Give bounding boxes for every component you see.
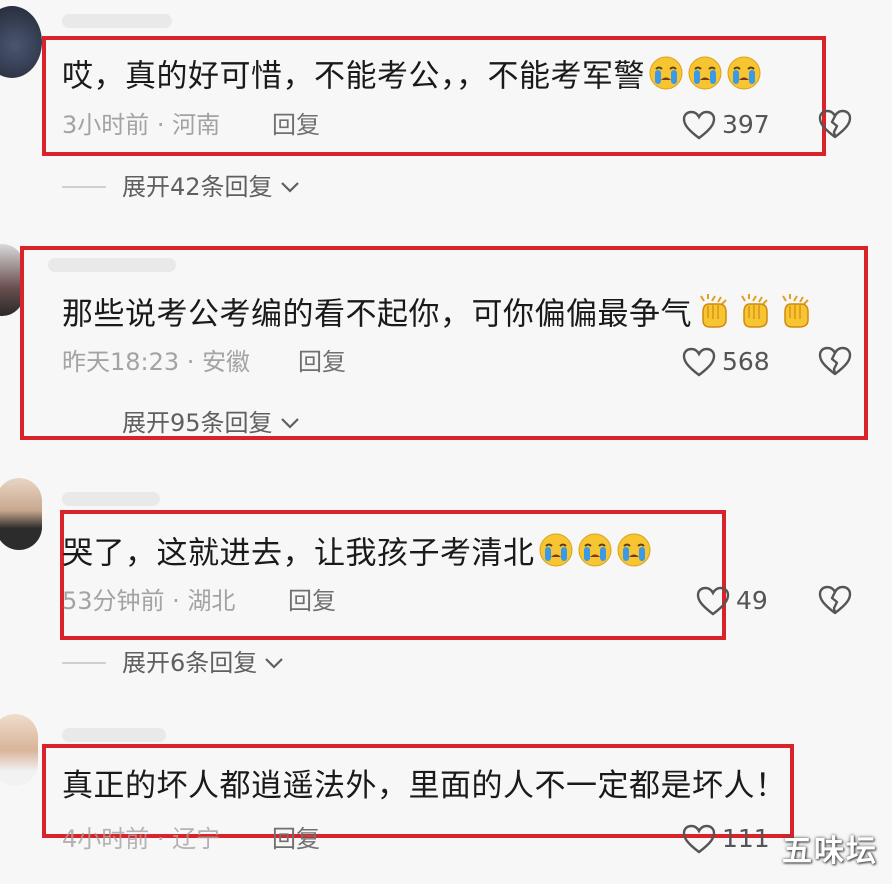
comment-location: 河南 [172, 111, 221, 139]
chevron-down-icon [265, 658, 284, 669]
crying-face-icon [648, 55, 684, 101]
heart-icon [682, 824, 716, 854]
comment-location: 湖北 [187, 587, 236, 615]
avatar[interactable] [0, 714, 38, 786]
like-button[interactable]: 111 [682, 824, 770, 854]
comment-location: 安徽 [202, 348, 251, 376]
avatar[interactable] [0, 6, 42, 78]
meta-separator: · [149, 825, 173, 853]
expand-replies-label: 展开42条回复 [122, 173, 273, 201]
reply-button[interactable]: 回复 [272, 110, 320, 140]
comment-time: 昨天18:23 [62, 348, 180, 376]
comment-time: 4小时前 [62, 825, 150, 853]
reply-button[interactable]: 回复 [298, 347, 346, 377]
meta-separator: · [164, 587, 188, 615]
heart-icon [682, 347, 716, 377]
comment-text-content: 真正的坏人都逍遥法外，里面的人不一定都是坏人！ [62, 768, 787, 804]
heart-icon [696, 586, 730, 616]
expand-replies-button[interactable]: 展开42条回复 [62, 172, 301, 202]
avatar[interactable] [0, 478, 42, 550]
reply-button[interactable]: 回复 [288, 586, 336, 616]
comment-item: 真正的坏人都逍遥法外，里面的人不一定都是坏人！ 4小时前 · 辽宁 回复 111 [0, 700, 892, 884]
comment-meta: 3小时前 · 河南 [62, 110, 220, 140]
chevron-down-icon [280, 418, 299, 429]
crying-face-icon [726, 55, 762, 101]
broken-heart-icon[interactable] [818, 108, 852, 140]
crying-face-icon [645, 56, 762, 95]
heart-icon [682, 110, 716, 140]
comment-text-content: 哭了，这就进去，让我孩子考清北 [62, 535, 535, 572]
expand-replies-label: 展开6条回复 [122, 649, 258, 677]
like-button[interactable]: 397 [682, 110, 770, 140]
divider-line [62, 186, 106, 188]
applause-hands-icon [736, 292, 774, 340]
comment-item: 那些说考公考编的看不起你，可你偏偏最争气 昨天18:23 · 安徽 回复 568… [0, 230, 892, 450]
expand-replies-button[interactable]: 展开6条回复 [62, 648, 285, 678]
broken-heart-icon[interactable] [818, 345, 852, 377]
comment-text: 哎，真的好可惜，不能考公，，不能考军警 [62, 55, 762, 101]
like-button[interactable]: 49 [696, 586, 768, 616]
username[interactable] [62, 14, 172, 28]
watermark: 五味坛 [782, 834, 878, 869]
meta-separator: · [149, 111, 173, 139]
comment-meta: 昨天18:23 · 安徽 [62, 347, 250, 377]
comment-text: 哭了，这就进去，让我孩子考清北 [62, 532, 652, 578]
reply-button[interactable]: 回复 [272, 824, 320, 854]
comment-text: 真正的坏人都逍遥法外，里面的人不一定都是坏人！ [62, 766, 787, 806]
applause-hands-icon [692, 294, 815, 333]
comment-time: 53分钟前 [62, 587, 165, 615]
broken-heart-icon[interactable] [818, 584, 852, 616]
crying-face-icon [538, 532, 574, 578]
meta-separator: · [179, 348, 203, 376]
comment-item: 哎，真的好可惜，不能考公，，不能考军警 3小时前 · 河南 回复 397 展开4… [0, 0, 892, 215]
like-count: 568 [722, 347, 770, 376]
expand-replies-button[interactable]: 展开95条回复 [62, 408, 301, 438]
applause-hands-icon [777, 292, 815, 340]
like-button[interactable]: 568 [682, 347, 770, 377]
expand-replies-label: 展开95条回复 [122, 409, 273, 437]
like-count: 111 [722, 824, 770, 853]
username[interactable] [62, 492, 160, 506]
applause-hands-icon [695, 292, 733, 340]
divider-line [62, 662, 106, 664]
chevron-down-icon [280, 182, 299, 193]
like-count: 49 [736, 586, 768, 615]
comment-time: 3小时前 [62, 111, 150, 139]
comment-location: 辽宁 [172, 825, 221, 853]
comment-meta: 53分钟前 · 湖北 [62, 586, 235, 616]
crying-face-icon [577, 532, 613, 578]
crying-face-icon [687, 55, 723, 101]
comment-text: 那些说考公考编的看不起你，可你偏偏最争气 [62, 292, 815, 340]
like-count: 397 [722, 110, 770, 139]
crying-face-icon [616, 532, 652, 578]
comment-text-content: 那些说考公考编的看不起你，可你偏偏最争气 [62, 296, 692, 333]
comment-item: 哭了，这就进去，让我孩子考清北 53分钟前 · 湖北 回复 49 展开6条回复 [0, 470, 892, 685]
username[interactable] [62, 728, 166, 742]
comment-text-content: 哎，真的好可惜，不能考公，，不能考军警 [62, 58, 645, 95]
crying-face-icon [535, 533, 652, 572]
comment-meta: 4小时前 · 辽宁 [62, 824, 220, 854]
